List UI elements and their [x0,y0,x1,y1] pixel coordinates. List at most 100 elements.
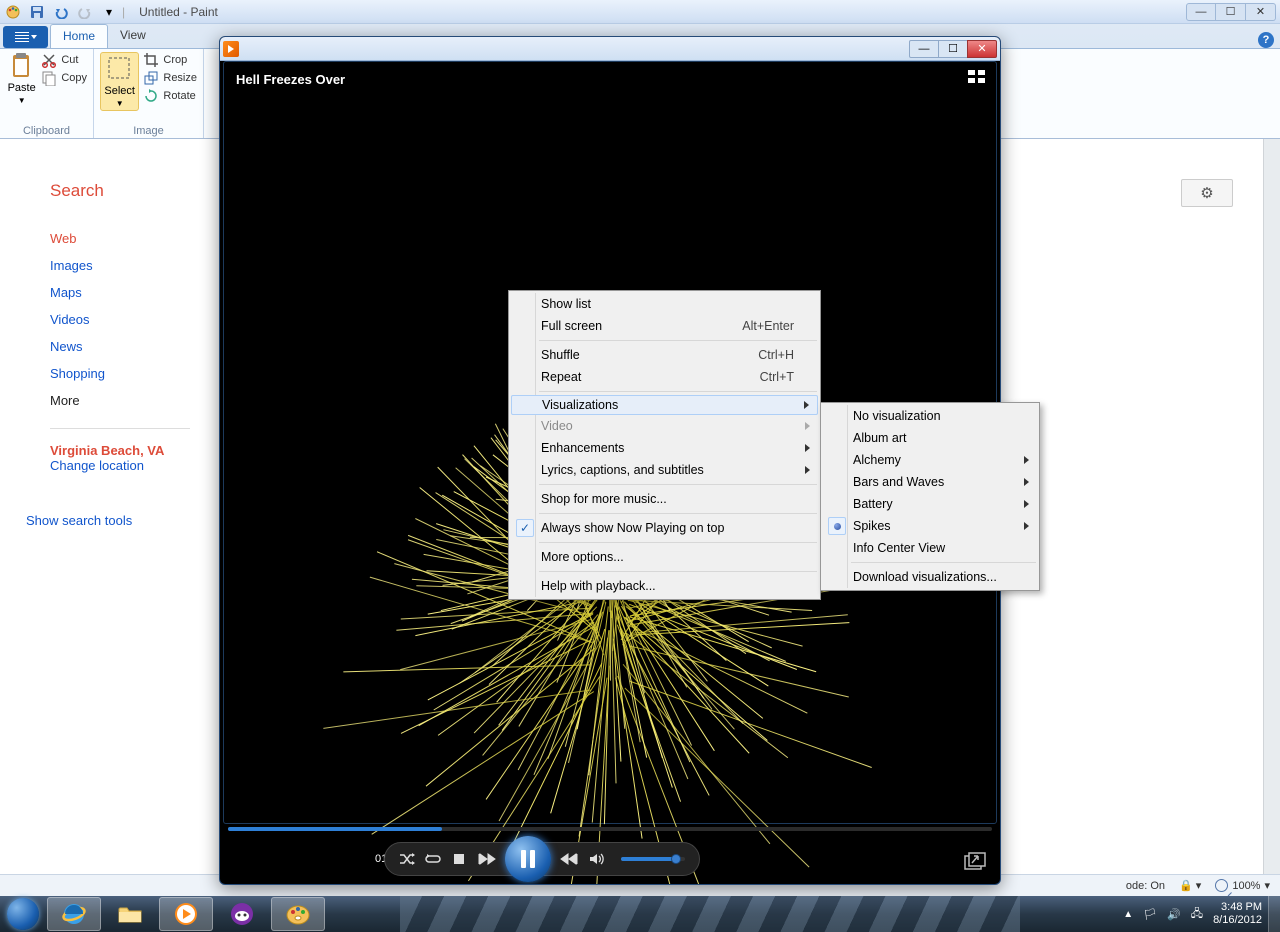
ie-icon [61,901,87,927]
menu-battery[interactable]: Battery [823,493,1037,515]
menu-more-options[interactable]: More options... [511,546,818,568]
submenu-arrow-icon [805,466,810,474]
previous-icon[interactable] [477,852,497,866]
taskbar-yahoo[interactable] [215,897,269,931]
news-link[interactable]: News [50,339,200,354]
crop-button[interactable]: Crop [143,52,197,68]
wmp-controls: 01:11 [220,824,1000,884]
rotate-button[interactable]: Rotate [143,88,197,104]
seek-progress [228,827,442,831]
menu-info-center[interactable]: Info Center View [823,537,1037,559]
paint-app-menu-button[interactable] [3,26,48,48]
wmp-titlebar[interactable]: — ☐ ✕ [220,37,1000,61]
menu-full-screen[interactable]: Full screenAlt+Enter [511,315,818,337]
help-icon[interactable]: ? [1258,32,1274,48]
view-fullscreen-icon[interactable] [968,70,986,84]
clock-time: 3:48 PM [1213,901,1262,914]
menu-visualizations[interactable]: Visualizations [511,395,818,415]
elapsed-time: 01:11 [220,853,380,865]
submenu-arrow-icon [804,401,809,409]
volume-icon[interactable] [589,852,605,866]
menu-show-list[interactable]: Show list [511,293,818,315]
copy-button[interactable]: Copy [41,70,87,86]
menu-no-viz[interactable]: No visualization [823,405,1037,427]
change-location-link[interactable]: Change location [50,458,200,473]
menu-spikes[interactable]: Spikes [823,515,1037,537]
tab-home[interactable]: Home [50,24,108,48]
show-search-tools-link[interactable]: Show search tools [26,513,200,528]
folder-icon [117,901,143,927]
wmp-maximize-button[interactable]: ☐ [938,40,968,58]
repeat-icon[interactable] [425,852,441,866]
stop-icon[interactable] [451,853,467,865]
submenu-arrow-icon [805,444,810,452]
more-link[interactable]: More [50,393,200,408]
taskbar-wmp[interactable] [159,897,213,931]
cut-button[interactable]: Cut [41,52,87,68]
paste-button[interactable]: Paste▼ [6,52,37,105]
wmp-close-button[interactable]: ✕ [967,40,997,58]
clock[interactable]: 3:48 PM 8/16/2012 [1213,901,1262,927]
tray-network-icon[interactable]: 🖧 [1191,905,1203,924]
undo-icon[interactable] [52,3,70,21]
menu-always-on-top[interactable]: ✓Always show Now Playing on top [511,517,818,539]
menu-lyrics[interactable]: Lyrics, captions, and subtitles [511,459,818,481]
show-desktop-button[interactable] [1268,896,1280,932]
google-sidebar: Search Web Images Maps Videos News Shopp… [20,169,200,528]
zoom-control[interactable]: 100% ▾ [1215,879,1270,892]
tray-show-hidden-icon[interactable]: ▲ [1123,909,1133,920]
protected-mode-label: ode: On [1126,880,1165,892]
security-zone-icon: 🔒 ▾ [1179,879,1201,892]
play-pause-button[interactable] [505,836,551,882]
context-menu-main: Show list Full screenAlt+Enter ShuffleCt… [508,290,821,600]
submenu-arrow-icon [1024,478,1029,486]
taskbar-explorer[interactable] [103,897,157,931]
seek-bar[interactable] [228,827,992,831]
switch-to-library-icon[interactable] [964,852,986,870]
maximize-button[interactable]: ☐ [1216,3,1246,21]
resize-button[interactable]: Resize [143,70,197,86]
tray-flag-icon[interactable]: 🏳 [1143,908,1157,921]
paint-app-icon [4,3,22,21]
menu-bars-waves[interactable]: Bars and Waves [823,471,1037,493]
images-link[interactable]: Images [50,258,200,273]
track-title: Hell Freezes Over [236,72,345,87]
select-button[interactable]: Select▼ [100,52,139,111]
minimize-button[interactable]: — [1186,3,1216,21]
location-block: Virginia Beach, VA Change location [50,443,200,473]
submenu-arrow-icon [805,422,810,430]
shuffle-icon[interactable] [399,852,415,866]
tab-view[interactable]: View [108,24,158,48]
tray-volume-icon[interactable]: 🔊 [1167,908,1181,921]
close-button[interactable]: ✕ [1246,3,1276,21]
start-button[interactable] [0,896,46,932]
gear-icon[interactable]: ⚙ [1181,179,1233,207]
menu-album-art[interactable]: Album art [823,427,1037,449]
clipboard-group-label: Clipboard [6,125,87,137]
menu-alchemy[interactable]: Alchemy [823,449,1037,471]
menu-shuffle[interactable]: ShuffleCtrl+H [511,344,818,366]
taskbar-background [400,896,1020,932]
volume-slider[interactable] [621,857,685,861]
system-tray: ▲ 🏳 🔊 🖧 3:48 PM 8/16/2012 [1123,901,1268,927]
menu-shop[interactable]: Shop for more music... [511,488,818,510]
save-icon[interactable] [28,3,46,21]
menu-repeat[interactable]: RepeatCtrl+T [511,366,818,388]
qat-dropdown-icon[interactable]: ▾ [100,3,118,21]
web-link[interactable]: Web [50,231,200,246]
paint-icon [285,901,311,927]
taskbar-ie[interactable] [47,897,101,931]
clock-date: 8/16/2012 [1213,914,1262,927]
taskbar-paint[interactable] [271,897,325,931]
menu-enhancements[interactable]: Enhancements [511,437,818,459]
shopping-link[interactable]: Shopping [50,366,200,381]
pause-icon [521,850,535,868]
wmp-window-controls: — ☐ ✕ [910,40,997,58]
videos-link[interactable]: Videos [50,312,200,327]
menu-help[interactable]: Help with playback... [511,575,818,597]
next-icon[interactable] [559,852,579,866]
menu-download-viz[interactable]: Download visualizations... [823,566,1037,588]
maps-link[interactable]: Maps [50,285,200,300]
vertical-scrollbar[interactable] [1263,139,1280,875]
wmp-minimize-button[interactable]: — [909,40,939,58]
